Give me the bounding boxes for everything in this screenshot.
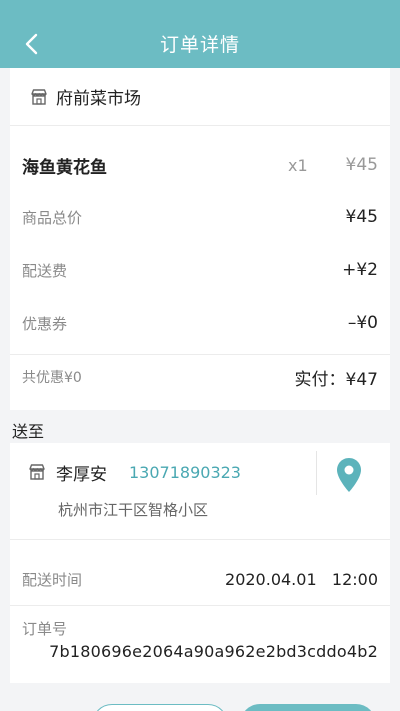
top-bar: 订单详情 — [0, 0, 400, 68]
secondary-action-button[interactable] — [92, 704, 228, 711]
store-icon — [29, 464, 45, 480]
coupon-value: –¥0 — [347, 313, 378, 333]
delivery-fee-value: +¥2 — [342, 260, 378, 280]
delivery-card: 李厚安 13071890323 杭州市江干区智格小区 配送时间 2020.04.… — [10, 443, 390, 683]
product-row: 海鱼黄花鱼 x1 ¥45 — [10, 150, 390, 180]
deliver-to-label: 送至 — [12, 422, 45, 441]
primary-action-button[interactable] — [240, 704, 376, 711]
recipient-row: 李厚安 13071890323 — [28, 457, 241, 487]
recipient-address: 杭州市江干区智格小区 — [58, 501, 209, 519]
vertical-divider — [316, 451, 317, 495]
order-number-value: 7b180696e2064a90a962e2bd3cddo4b2 — [49, 642, 378, 661]
delivery-time-label: 配送时间 — [22, 570, 83, 589]
amount-paid: 实付：¥47 — [294, 369, 378, 390]
order-card: 府前菜市场 海鱼黄花鱼 x1 ¥45 商品总价 ¥45 配送费 +¥2 优惠券 … — [10, 68, 390, 410]
recipient-phone[interactable]: 13071890323 — [129, 463, 241, 482]
recipient-name: 李厚安 — [56, 464, 107, 485]
total-discount: 共优惠¥0 — [22, 370, 82, 386]
divider — [10, 539, 390, 540]
map-pin-icon — [337, 458, 361, 492]
subtotal-label: 商品总价 — [22, 208, 83, 227]
divider — [10, 354, 390, 355]
product-quantity: x1 — [288, 155, 308, 175]
store-icon — [31, 88, 47, 105]
total-row: 共优惠¥0 实付：¥47 — [10, 363, 390, 391]
coupon-label: 优惠券 — [22, 314, 68, 333]
shop-row[interactable]: 府前菜市场 — [10, 68, 390, 126]
delivery-fee-row: 配送费 +¥2 — [10, 257, 390, 283]
page-title: 订单详情 — [159, 34, 240, 56]
delivery-fee-label: 配送费 — [22, 261, 68, 280]
subtotal-value: ¥45 — [345, 207, 378, 227]
product-name: 海鱼黄花鱼 — [22, 157, 107, 178]
order-number-label: 订单号 — [22, 620, 68, 638]
delivery-time-row: 配送时间 2020.04.01 12:00 — [10, 565, 390, 593]
subtotal-row: 商品总价 ¥45 — [10, 204, 390, 230]
shop-name: 府前菜市场 — [56, 89, 141, 109]
coupon-row[interactable]: 优惠券 –¥0 — [10, 310, 390, 336]
delivery-time-value: 2020.04.01 12:00 — [225, 569, 378, 589]
map-pin-button[interactable] — [336, 457, 362, 493]
divider — [10, 605, 390, 606]
product-price: ¥45 — [345, 155, 378, 175]
